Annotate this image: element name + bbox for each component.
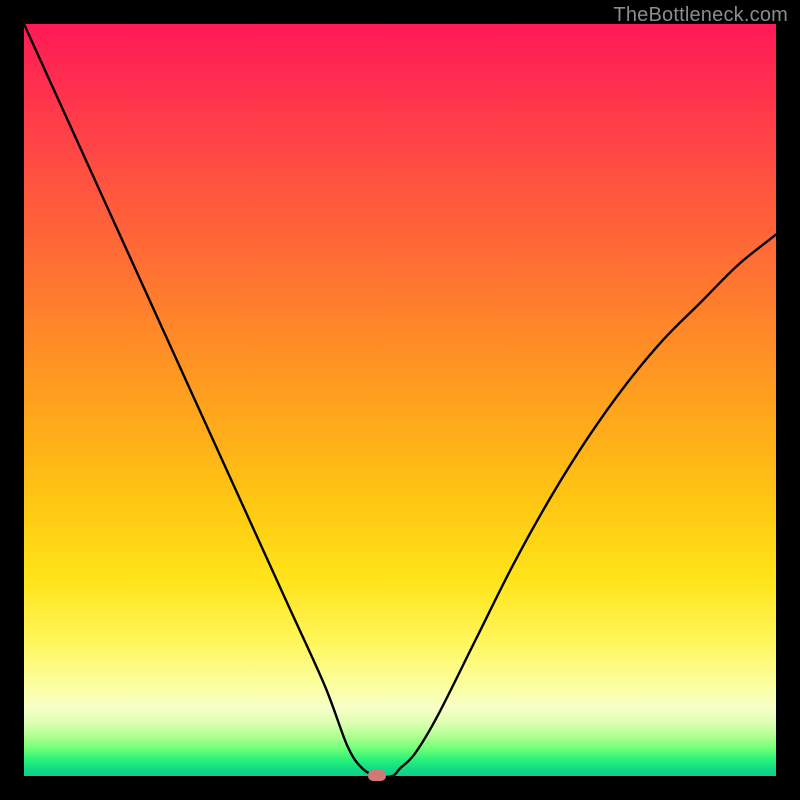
bottleneck-curve bbox=[24, 24, 776, 776]
watermark-text: TheBottleneck.com bbox=[613, 4, 788, 27]
plot-area bbox=[24, 24, 776, 776]
chart-frame: TheBottleneck.com bbox=[0, 0, 800, 800]
curve-path bbox=[24, 24, 776, 777]
minimum-marker bbox=[368, 770, 386, 781]
